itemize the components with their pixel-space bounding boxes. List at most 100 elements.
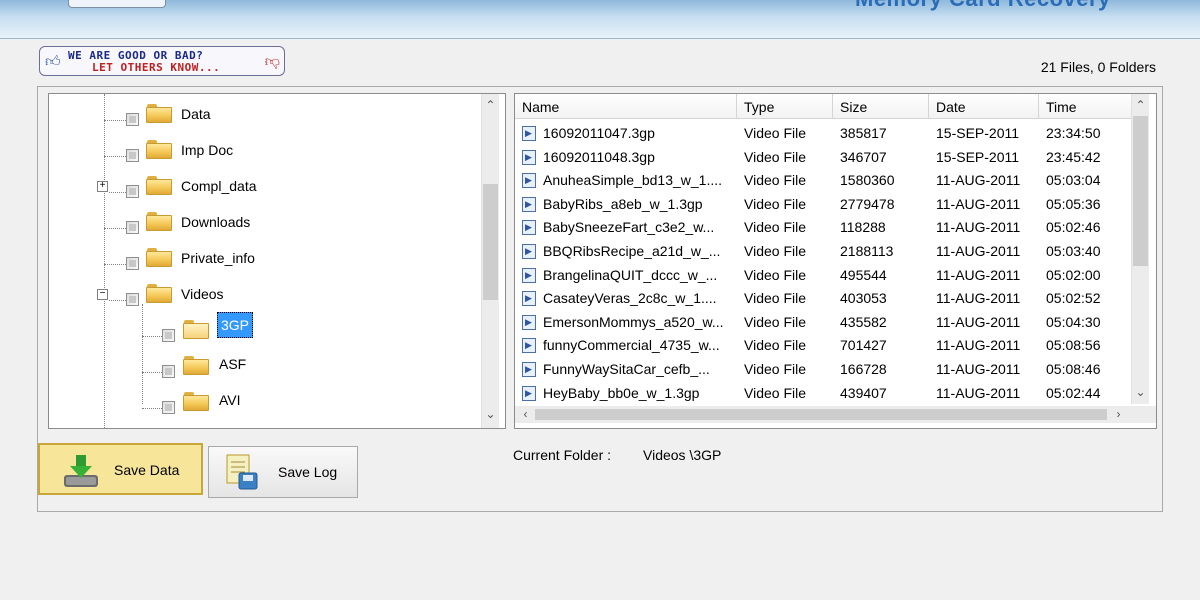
scroll-up-icon[interactable]: ⌃	[482, 97, 499, 114]
tree-checkbox[interactable]	[126, 221, 139, 234]
cell-name: funnyCommercial_4735_w...	[543, 337, 720, 354]
app-title: Memory Card Recovery	[855, 0, 1111, 12]
table-row[interactable]: BBQRibsRecipe_a21d_w_... Video File 218811…	[515, 240, 1139, 263]
cell-type: Video File	[744, 195, 807, 212]
column-time[interactable]: Time	[1039, 94, 1139, 118]
table-row[interactable]: BabyRibs_a8eb_w_1.3gp Video File 2779478 11…	[515, 193, 1139, 216]
save-log-button[interactable]: Save Log	[208, 446, 358, 498]
tree-item-imp-doc[interactable]: Imp Doc	[49, 140, 349, 162]
column-date[interactable]: Date	[929, 94, 1039, 118]
tree-scrollbar[interactable]: ⌃ ⌄	[481, 94, 499, 428]
cell-name: 16092011048.3gp	[543, 148, 655, 165]
cell-name: BabySneezeFart_c3e2_w...	[543, 219, 715, 236]
tree-checkbox[interactable]	[126, 185, 139, 198]
cell-name: BrangelinaQUIT_dccc_w_...	[543, 266, 718, 283]
tree-item-downloads[interactable]: Downloads	[49, 212, 349, 234]
column-name[interactable]: Name	[515, 94, 737, 118]
cell-size: 439407	[840, 384, 887, 401]
header-button[interactable]	[68, 0, 166, 8]
cell-size: 701427	[840, 337, 887, 354]
tree-checkbox[interactable]	[126, 113, 139, 126]
tree-checkbox[interactable]	[162, 401, 175, 414]
tree-item-avi[interactable]: AVI	[49, 392, 349, 414]
tree-item-3gp[interactable]: 3GP	[49, 312, 349, 342]
scroll-down-icon[interactable]: ⌄	[1132, 384, 1149, 401]
save-data-label: Save Data	[114, 462, 180, 478]
tree-item-label: Compl_data	[181, 178, 257, 194]
cell-time: 05:02:52	[1046, 290, 1101, 307]
folder-icon	[146, 212, 172, 231]
scroll-thumb[interactable]	[1133, 116, 1148, 266]
cell-time: 05:08:56	[1046, 337, 1101, 354]
app-header: Memory Card Recovery	[0, 0, 1200, 39]
scroll-down-icon[interactable]: ⌄	[482, 406, 499, 423]
cell-date: 11-AUG-2011	[936, 243, 1021, 259]
cell-type: Video File	[744, 148, 807, 165]
table-row[interactable]: 16092011047.3gp Video File 385817 15-SEP-20…	[515, 122, 1139, 145]
current-folder: Current Folder : Videos \3GP	[513, 447, 721, 463]
tree-checkbox[interactable]	[162, 365, 175, 378]
cell-size: 166728	[840, 361, 887, 377]
current-folder-value: Videos \3GP	[643, 447, 722, 463]
cell-date: 11-AUG-2011	[936, 313, 1021, 330]
tree-item-compl-data[interactable]: + Compl_data	[49, 176, 349, 198]
table-row[interactable]: FunnyWaySitaCar_cefb_... Video File 166728…	[515, 358, 1139, 381]
cell-time: 05:02:00	[1046, 266, 1101, 283]
cell-date: 11-AUG-2011	[936, 172, 1021, 189]
cell-size: 2188113	[840, 243, 894, 259]
thumbs-down-icon: 👎︎	[264, 53, 280, 70]
file-list-hscrollbar[interactable]: ‹ ›	[515, 406, 1156, 423]
folder-icon	[146, 140, 172, 159]
table-row[interactable]: AnuheaSimple_bd13_w_1.... Video File 15803…	[515, 169, 1139, 192]
cell-type: Video File	[744, 266, 807, 283]
folder-tree[interactable]: Data Imp Doc + Compl_data Downloads Priv…	[48, 93, 506, 429]
cell-time: 05:04:30	[1046, 313, 1101, 330]
folder-icon	[146, 104, 172, 123]
cell-name: AnuheaSimple_bd13_w_1....	[543, 172, 723, 189]
scroll-thumb[interactable]	[483, 184, 498, 300]
tree-checkbox[interactable]	[126, 257, 139, 270]
table-row[interactable]: 16092011048.3gp Video File 346707 15-SEP-20…	[515, 146, 1139, 169]
file-list-vscrollbar[interactable]: ⌃ ⌄	[1131, 94, 1149, 404]
file-count: 21 Files, 0 Folders	[1040, 59, 1156, 75]
cell-type: Video File	[744, 243, 807, 259]
scroll-left-icon[interactable]: ‹	[517, 406, 534, 423]
cell-name: FunnyWaySitaCar_cefb_...	[543, 361, 710, 377]
table-row[interactable]: EmersonMommys_a520_w... Video File 435582 1…	[515, 311, 1139, 334]
column-type[interactable]: Type	[737, 94, 833, 118]
tree-item-asf[interactable]: ASF	[49, 356, 349, 378]
cell-name: EmersonMommys_a520_w...	[543, 313, 724, 330]
column-size[interactable]: Size	[833, 94, 929, 118]
table-row[interactable]: BrangelinaQUIT_dccc_w_... Video File 49554…	[515, 264, 1139, 287]
tree-checkbox[interactable]	[126, 149, 139, 162]
save-data-button[interactable]: Save Data	[38, 443, 203, 495]
cell-size: 435582	[840, 313, 887, 330]
tree-checkbox[interactable]	[126, 293, 139, 306]
expand-icon[interactable]: +	[97, 181, 108, 192]
file-list[interactable]: Name Type Size Date Time 16092011047.3gp…	[514, 93, 1157, 429]
save-log-icon	[226, 454, 258, 490]
cell-time: 05:03:40	[1046, 243, 1101, 259]
cell-date: 15-SEP-2011	[936, 148, 1020, 165]
tree-item-label: Data	[181, 106, 211, 122]
table-row[interactable]: funnyCommercial_4735_w... Video File 70142…	[515, 334, 1139, 357]
cell-time: 23:45:42	[1046, 148, 1101, 165]
cell-type: Video File	[744, 337, 807, 354]
table-row[interactable]: BabySneezeFart_c3e2_w... Video File 118288…	[515, 216, 1139, 239]
tree-item-label: Private_info	[181, 250, 255, 266]
cell-date: 15-SEP-2011	[936, 125, 1020, 141]
tree-item-private-info[interactable]: Private_info	[49, 248, 349, 270]
cell-name: CasateyVeras_2c8c_w_1....	[543, 290, 717, 307]
feedback-badge[interactable]: 👍︎ WE ARE GOOD OR BAD? LET OTHERS KNOW..…	[39, 46, 285, 76]
tree-item-videos[interactable]: − Videos	[49, 284, 349, 306]
scroll-right-icon[interactable]: ›	[1110, 406, 1127, 423]
collapse-icon[interactable]: −	[97, 289, 108, 300]
tree-item-data[interactable]: Data	[49, 104, 349, 126]
scroll-up-icon[interactable]: ⌃	[1132, 97, 1149, 114]
table-row[interactable]: CasateyVeras_2c8c_w_1.... Video File 40305…	[515, 287, 1139, 310]
tree-item-label: Videos	[181, 286, 224, 302]
tree-checkbox[interactable]	[162, 329, 175, 342]
scroll-thumb[interactable]	[535, 409, 1107, 420]
cell-date: 11-AUG-2011	[936, 290, 1021, 307]
table-row[interactable]: HeyBaby_bb0e_w_1.3gp Video File 439407 11-A…	[515, 382, 1139, 405]
